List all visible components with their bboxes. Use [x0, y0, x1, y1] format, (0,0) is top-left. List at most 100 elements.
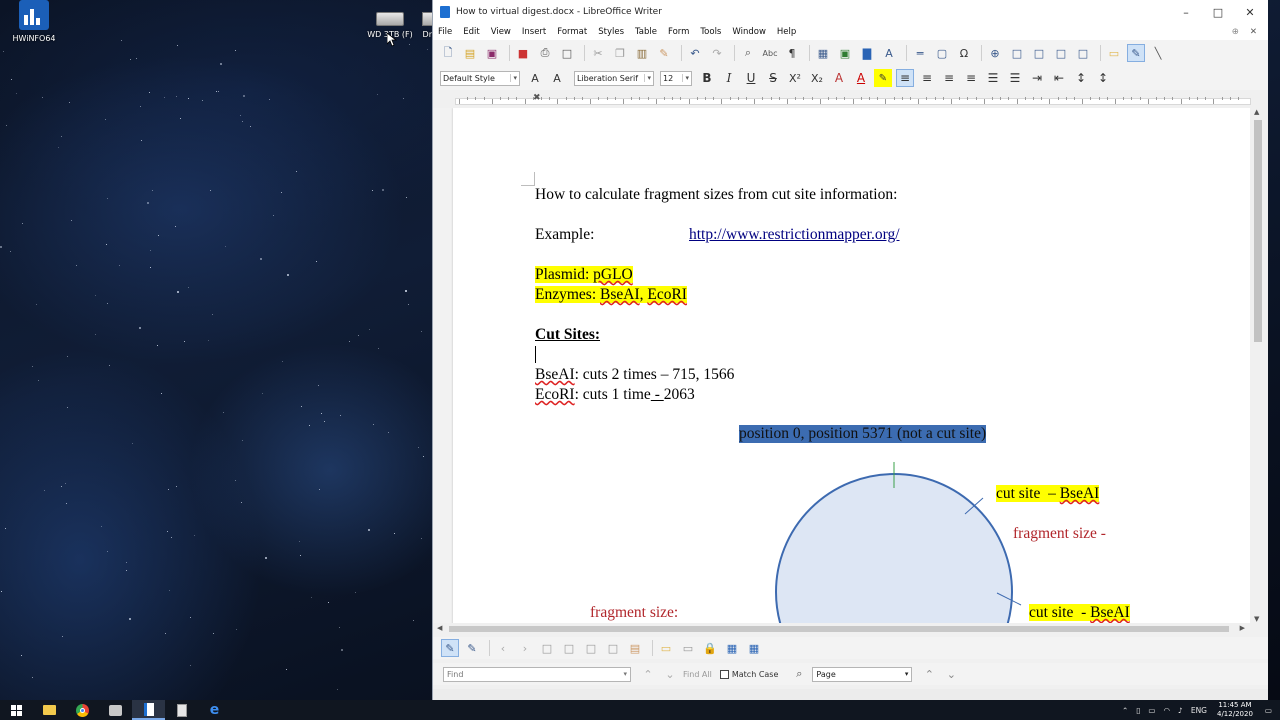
previous-change-icon[interactable]: ‹: [494, 639, 512, 657]
maximize-button[interactable]: □: [1202, 0, 1234, 24]
horizontal-ruler[interactable]: ✖: [433, 93, 1268, 108]
system-clock[interactable]: 11:45 AM 4/12/2020: [1217, 701, 1253, 719]
wifi-icon[interactable]: ◠: [1163, 706, 1170, 715]
insert-special-character-icon[interactable]: Ω: [955, 44, 973, 62]
decrease-indent-icon[interactable]: ⇤: [1050, 69, 1068, 87]
formatting-marks-icon[interactable]: ¶: [783, 44, 801, 62]
clone-formatting-icon[interactable]: ✎: [655, 44, 673, 62]
show-track-changes-icon[interactable]: ✎: [441, 639, 459, 657]
accept-change-icon[interactable]: □: [538, 639, 556, 657]
justify-icon[interactable]: ≡: [962, 69, 980, 87]
extension-update-icon[interactable]: ⊕: [1232, 27, 1239, 37]
spelling-icon[interactable]: Abc: [761, 44, 779, 62]
menu-view[interactable]: View: [491, 27, 511, 37]
increase-indent-icon[interactable]: ⇥: [1028, 69, 1046, 87]
find-replace-icon[interactable]: ⌕: [739, 44, 757, 62]
find-replace-dialog-icon[interactable]: ⌕: [790, 665, 808, 683]
insert-comment-icon[interactable]: ▭: [657, 639, 675, 657]
print-icon[interactable]: ⎙: [536, 44, 554, 62]
update-style-icon[interactable]: A: [526, 69, 544, 87]
find-previous-icon[interactable]: ⌃: [639, 665, 657, 683]
menu-help[interactable]: Help: [777, 27, 796, 37]
insert-comment-icon[interactable]: ▭: [1105, 44, 1123, 62]
taskbar-writer[interactable]: [132, 700, 165, 720]
comment-navigation-icon[interactable]: ▭: [679, 639, 697, 657]
insert-chart-icon[interactable]: ▇: [858, 44, 876, 62]
highlight-color-icon[interactable]: ✎: [874, 69, 892, 87]
reject-all-icon[interactable]: □: [604, 639, 622, 657]
strikethrough-icon[interactable]: S: [764, 69, 782, 87]
insert-endnote-icon[interactable]: □: [1030, 44, 1048, 62]
plasmid-circle[interactable]: [775, 473, 1013, 623]
insert-footnote-icon[interactable]: □: [1008, 44, 1026, 62]
desktop-icon-drive-partial[interactable]: Dr: [402, 12, 432, 39]
subscript-icon[interactable]: X₂: [808, 69, 826, 87]
numbered-list-icon[interactable]: ☰: [1006, 69, 1024, 87]
find-all-button[interactable]: Find All: [683, 670, 712, 679]
record-changes-icon[interactable]: ✎: [463, 639, 481, 657]
merge-document-icon[interactable]: ▦: [745, 639, 763, 657]
volume-icon[interactable]: ♪: [1178, 706, 1183, 715]
menu-form[interactable]: Form: [668, 27, 689, 37]
paragraph-spacing-icon[interactable]: ↕: [1094, 69, 1112, 87]
next-change-icon[interactable]: ›: [516, 639, 534, 657]
doc-example-link[interactable]: http://www.restrictionmapper.org/: [689, 226, 900, 244]
language-indicator[interactable]: ENG: [1191, 706, 1207, 715]
new-style-icon[interactable]: A: [548, 69, 566, 87]
insert-line-icon[interactable]: ╲: [1149, 44, 1167, 62]
insert-bookmark-icon[interactable]: □: [1052, 44, 1070, 62]
font-size-select[interactable]: 12 ▾: [660, 70, 692, 86]
vertical-scroll-thumb[interactable]: [1254, 120, 1262, 342]
scroll-down-icon[interactable]: ▼: [1254, 615, 1259, 623]
menu-table[interactable]: Table: [635, 27, 657, 37]
document-page[interactable]: How to calculate fragment sizes from cut…: [453, 108, 1251, 623]
align-right-icon[interactable]: ≡: [940, 69, 958, 87]
match-case-checkbox[interactable]: [719, 669, 729, 679]
insert-textbox-icon[interactable]: A: [880, 44, 898, 62]
insert-field-icon[interactable]: ▢: [933, 44, 951, 62]
scroll-up-icon[interactable]: ▲: [1254, 108, 1259, 116]
paste-icon[interactable]: ▥: [633, 44, 651, 62]
minimize-button[interactable]: –: [1170, 0, 1202, 24]
insert-hyperlink-icon[interactable]: ⊕: [986, 44, 1004, 62]
scope-previous-icon[interactable]: ⌃: [920, 665, 938, 683]
superscript-icon[interactable]: X²: [786, 69, 804, 87]
menu-file[interactable]: File: [438, 27, 452, 37]
print-preview-icon[interactable]: □: [558, 44, 576, 62]
clear-formatting-icon[interactable]: A: [830, 69, 848, 87]
vertical-scrollbar[interactable]: ▲ ▼: [1250, 108, 1268, 623]
insert-image-icon[interactable]: ▣: [836, 44, 854, 62]
compare-document-icon[interactable]: ▦: [723, 639, 741, 657]
font-color-icon[interactable]: A: [852, 69, 870, 87]
font-name-select[interactable]: Liberation Serif ▾: [574, 70, 654, 86]
protect-changes-icon[interactable]: 🔒: [701, 639, 719, 657]
line-spacing-icon[interactable]: ↕: [1072, 69, 1090, 87]
insert-cross-reference-icon[interactable]: □: [1074, 44, 1092, 62]
close-document-icon[interactable]: ✕: [1250, 27, 1257, 37]
scroll-right-icon[interactable]: ▶: [1240, 624, 1245, 632]
origin-label-selected[interactable]: position 0, position 5371 (not a cut sit…: [739, 425, 987, 443]
scope-next-icon[interactable]: ⌄: [942, 665, 960, 683]
search-scope-select[interactable]: Page ▾: [812, 666, 913, 682]
taskbar-calculator[interactable]: [165, 700, 198, 720]
insert-table-icon[interactable]: ▦: [814, 44, 832, 62]
track-changes-icon[interactable]: ✎: [1127, 44, 1145, 62]
network-icon[interactable]: ▯: [1136, 706, 1140, 715]
accept-all-icon[interactable]: □: [582, 639, 600, 657]
taskbar-app[interactable]: [99, 700, 132, 720]
underline-icon[interactable]: U: [742, 69, 760, 87]
menu-window[interactable]: Window: [732, 27, 766, 37]
open-folder-icon[interactable]: ▤: [461, 44, 479, 62]
undo-icon[interactable]: ↶: [686, 44, 704, 62]
reject-change-icon[interactable]: □: [560, 639, 578, 657]
menu-format[interactable]: Format: [557, 27, 587, 37]
desktop-icon-hwinfo[interactable]: HWiNFO64: [2, 0, 66, 43]
menu-edit[interactable]: Edit: [463, 27, 479, 37]
copy-icon[interactable]: ❐: [611, 44, 629, 62]
battery-icon[interactable]: ▭: [1148, 706, 1155, 715]
horizontal-scroll-thumb[interactable]: [449, 626, 1229, 632]
show-hidden-icons-icon[interactable]: ⌃: [1122, 706, 1128, 715]
cut-icon[interactable]: ✂: [589, 44, 607, 62]
horizontal-scrollbar[interactable]: ◀ ▶: [433, 623, 1251, 635]
find-input[interactable]: Find ▾: [443, 666, 631, 682]
